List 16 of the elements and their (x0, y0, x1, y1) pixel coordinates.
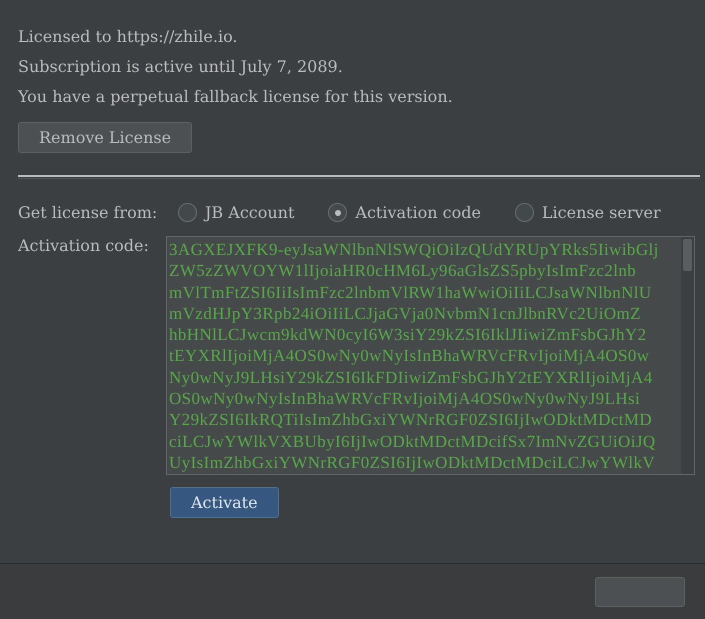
activate-button[interactable]: Activate (170, 487, 279, 518)
radio-label[interactable]: JB Account (205, 203, 294, 222)
radio-button[interactable] (178, 203, 197, 222)
radio-button[interactable] (328, 203, 348, 222)
license-info-text: Licensed to https://zhile.io. (18, 26, 238, 48)
license-info-text: Subscription is active until July 7, 2089. (18, 56, 344, 78)
remove-license-button[interactable]: Remove License (18, 122, 192, 153)
field-label: Activation code: (18, 236, 150, 255)
activation-code-field[interactable]: 3AGXEJXFK9-eyJsaWNlbnNlSWQiOiIzQUdYRUpYRks5IiwibGlj ZW5zZWVOYW1lIjoiaHR0cHM6Ly96aGlsZS5pbyIsImFzc2lnb mVlTmFtZSI6IiIsImFzc2lnbmVlRW1haWwiOiIiLCJsaWNlbnNlU mVzdHJpY3Rpb24iOiIiLCJjaGVja0NvbmN1cnJlbnRVc2UiOmZ hbHNlLCJwcm9kdWN0cyI6W3siY29kZSI6IklJIiwiZmFsbGJhY2 tEYXRlIjoiMjA4OS0wNy0wNyIsInBhaWRVcFRvIjoiMjA4OS0w Ny0wNyJ9LHsiY29kZSI6IkFDIiwiZmFsbGJhY2tEYXRlIjoiMjA4 OS0wNy0wNyIsInBhaWRVcFRvIjoiMjA4OS0wNy0wNyJ9LHsi Y29kZSI6IkRQTiIsImZhbGxiYWNrRGF0ZSI6IjIwODktMDctMD ciLCJwYWlkVXBUbyI6IjIwODktMDctMDcifSx7ImNvZGUiOiJQ UyIsImZhbGxiYWNrRGF0ZSI6IjIwODktMDctMDciLCJwYWlkV (166, 236, 695, 475)
scrollbar-thumb[interactable] (683, 239, 692, 271)
radio-button[interactable] (514, 203, 534, 222)
dialog-button[interactable] (595, 576, 685, 606)
field-label: Get license from: (18, 203, 158, 222)
radio-label[interactable]: License server (542, 203, 661, 222)
license-info-text: You have a perpetual fallback license for this version. (18, 86, 454, 108)
radio-label[interactable]: Activation code (355, 203, 481, 222)
